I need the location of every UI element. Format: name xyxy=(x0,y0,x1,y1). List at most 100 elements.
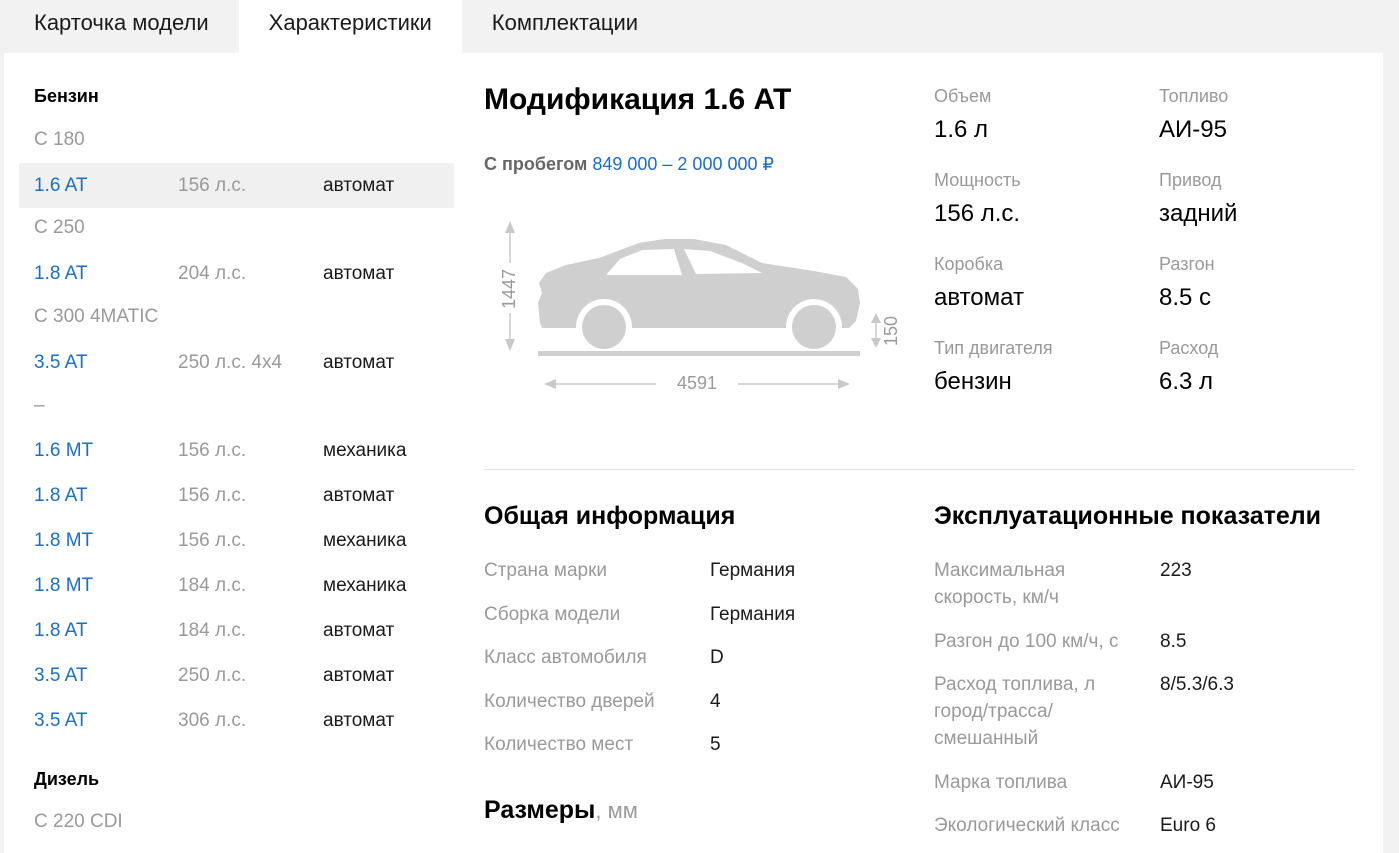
tab-specifications[interactable]: Характеристики xyxy=(238,0,462,53)
petrol-heading: Бензин xyxy=(34,86,99,106)
spec-label-drive: Привод xyxy=(1159,170,1222,190)
diesel-heading: Дизель xyxy=(34,769,100,789)
modification-transmission: автомат xyxy=(323,620,395,641)
modification-name[interactable]: 1.8 AT xyxy=(34,251,88,296)
general-value: Германия xyxy=(710,604,796,625)
car-dimensions-diagram: 1447 150 4591 xyxy=(499,221,901,393)
spec-value-consumption: 6.3 л xyxy=(1159,368,1214,395)
price-line: С пробегом 849 000 – 2 000 000 ₽ xyxy=(484,154,774,175)
modification-name[interactable]: 3.5 AT xyxy=(34,340,88,385)
modification-name[interactable]: 1.6 AT xyxy=(34,163,88,208)
perf-value: 223 xyxy=(1160,560,1192,581)
price-label: С пробегом xyxy=(484,154,588,174)
perf-label: Экологический класс xyxy=(934,815,1120,836)
modification-power: 204 л.с. xyxy=(178,263,247,284)
perf-value: 8.5 xyxy=(1160,631,1187,652)
modification-power: 156 л.с. xyxy=(178,440,247,461)
modification-row[interactable]: 1.8 MT 184 л.с. механика xyxy=(19,563,454,608)
tab-bar: Карточка модели Характеристики Комплекта… xyxy=(4,0,668,53)
sizes-title-text: Размеры xyxy=(484,796,596,824)
group-dash: – xyxy=(34,395,45,416)
general-info-title: Общая информация xyxy=(484,502,736,530)
modification-transmission: механика xyxy=(323,575,407,596)
spec-label-fuel: Топливо xyxy=(1159,86,1229,106)
spec-value-acceleration: 8.5 с xyxy=(1159,284,1212,311)
price-range-link[interactable]: 849 000 – 2 000 000 ₽ xyxy=(592,154,774,174)
perf-label: Максимальная скорость, км/ч xyxy=(934,560,1066,608)
modification-row[interactable]: 1.8 MT 156 л.с. механика xyxy=(19,518,454,563)
modification-name[interactable]: 1.8 MT xyxy=(34,518,93,563)
group-c180: C 180 xyxy=(34,129,85,150)
modification-row[interactable]: 1.8 AT 204 л.с. автомат xyxy=(19,251,454,296)
group-c250: C 250 xyxy=(34,217,85,238)
modification-name[interactable]: 3.5 AT xyxy=(34,698,88,743)
modification-power: 250 л.с. xyxy=(178,665,247,686)
general-value: Германия xyxy=(710,560,796,581)
perf-value: АИ-95 xyxy=(1160,772,1214,793)
spec-label-acceleration: Разгон xyxy=(1159,254,1215,274)
modification-row[interactable]: 3.5 AT 250 л.с. автомат xyxy=(19,653,454,698)
modification-power: 156 л.с. xyxy=(178,485,247,506)
modification-power: 250 л.с. 4x4 xyxy=(178,352,283,373)
general-value: 4 xyxy=(710,691,721,712)
group-c220: C 220 CDI xyxy=(34,811,123,832)
spec-label-engine-type: Тип двигателя xyxy=(934,338,1053,358)
spec-label-volume: Объем xyxy=(934,86,992,106)
perf-label: Марка топлива xyxy=(934,772,1068,793)
modification-row[interactable]: 1.6 AT 156 л.с. автомат xyxy=(19,163,454,208)
sizes-title: Размеры, мм xyxy=(484,796,638,825)
front-wheel-hub xyxy=(792,305,836,349)
ground-line xyxy=(538,351,860,356)
content-panel: Бензин C 180 1.6 AT 156 л.с. автомат C 2… xyxy=(4,53,1383,853)
modification-power: 184 л.с. xyxy=(178,620,247,641)
modification-name[interactable]: 1.8 AT xyxy=(34,473,88,518)
tab-model-card[interactable]: Карточка модели xyxy=(4,0,239,53)
modification-transmission: автомат xyxy=(323,352,395,373)
group-c300: C 300 4MATIC xyxy=(34,306,159,327)
perf-value: 8/5.3/6.3 xyxy=(1160,674,1234,695)
modification-transmission: автомат xyxy=(323,665,395,686)
general-label: Класс автомобиля xyxy=(484,647,647,668)
spec-value-gearbox: автомат xyxy=(934,284,1024,311)
spec-label-consumption: Расход xyxy=(1159,338,1219,358)
modification-power: 156 л.с. xyxy=(178,175,247,196)
modification-row[interactable]: 1.8 AT 184 л.с. автомат xyxy=(19,608,454,653)
spec-value-engine-type: бензин xyxy=(934,368,1012,395)
spec-label-gearbox: Коробка xyxy=(934,254,1004,274)
general-label: Страна марки xyxy=(484,560,608,581)
spec-value-power: 156 л.с. xyxy=(934,200,1021,227)
modification-transmission: автомат xyxy=(323,175,395,196)
modification-name[interactable]: 1.8 AT xyxy=(34,608,88,653)
modification-name[interactable]: 1.8 MT xyxy=(34,563,93,608)
perf-value: Euro 6 xyxy=(1160,815,1216,836)
performance-title: Эксплуатационные показатели xyxy=(934,502,1322,530)
sizes-unit: , мм xyxy=(595,798,638,823)
general-value: 5 xyxy=(710,734,721,755)
perf-label: Разгон до 100 км/ч, с xyxy=(934,631,1119,652)
general-value: D xyxy=(710,647,724,668)
modification-power: 184 л.с. xyxy=(178,575,247,596)
modification-row[interactable]: 3.5 AT 306 л.с. автомат xyxy=(19,698,454,743)
spec-value-fuel: АИ-95 xyxy=(1159,116,1227,143)
modification-transmission: механика xyxy=(323,530,407,551)
page-title: Модификация 1.6 AT xyxy=(484,83,792,116)
modification-row[interactable]: 1.8 AT 156 л.с. автомат xyxy=(19,473,454,518)
clearance-label: 150 xyxy=(881,316,901,346)
general-label: Количество дверей xyxy=(484,691,655,712)
modification-transmission: автомат xyxy=(323,710,395,731)
modification-transmission: механика xyxy=(323,440,407,461)
modification-power: 156 л.с. xyxy=(178,530,247,551)
modification-row[interactable]: 1.6 MT 156 л.с. механика xyxy=(19,428,454,473)
modification-transmission: автомат xyxy=(323,485,395,506)
modification-row[interactable]: 3.5 AT 250 л.с. 4x4 автомат xyxy=(19,340,454,385)
spec-value-drive: задний xyxy=(1159,200,1238,227)
perf-label: Расход топлива, л город/трасса/ смешанны… xyxy=(934,674,1096,749)
modification-name[interactable]: 3.5 AT xyxy=(34,653,88,698)
spec-value-volume: 1.6 л xyxy=(934,116,989,143)
modification-name[interactable]: 1.6 MT xyxy=(34,428,93,473)
spec-label-power: Мощность xyxy=(934,170,1021,190)
general-label: Количество мест xyxy=(484,734,634,755)
modification-transmission: автомат xyxy=(323,263,395,284)
rear-wheel-hub xyxy=(582,305,626,349)
tab-trims[interactable]: Комплектации xyxy=(462,0,668,53)
